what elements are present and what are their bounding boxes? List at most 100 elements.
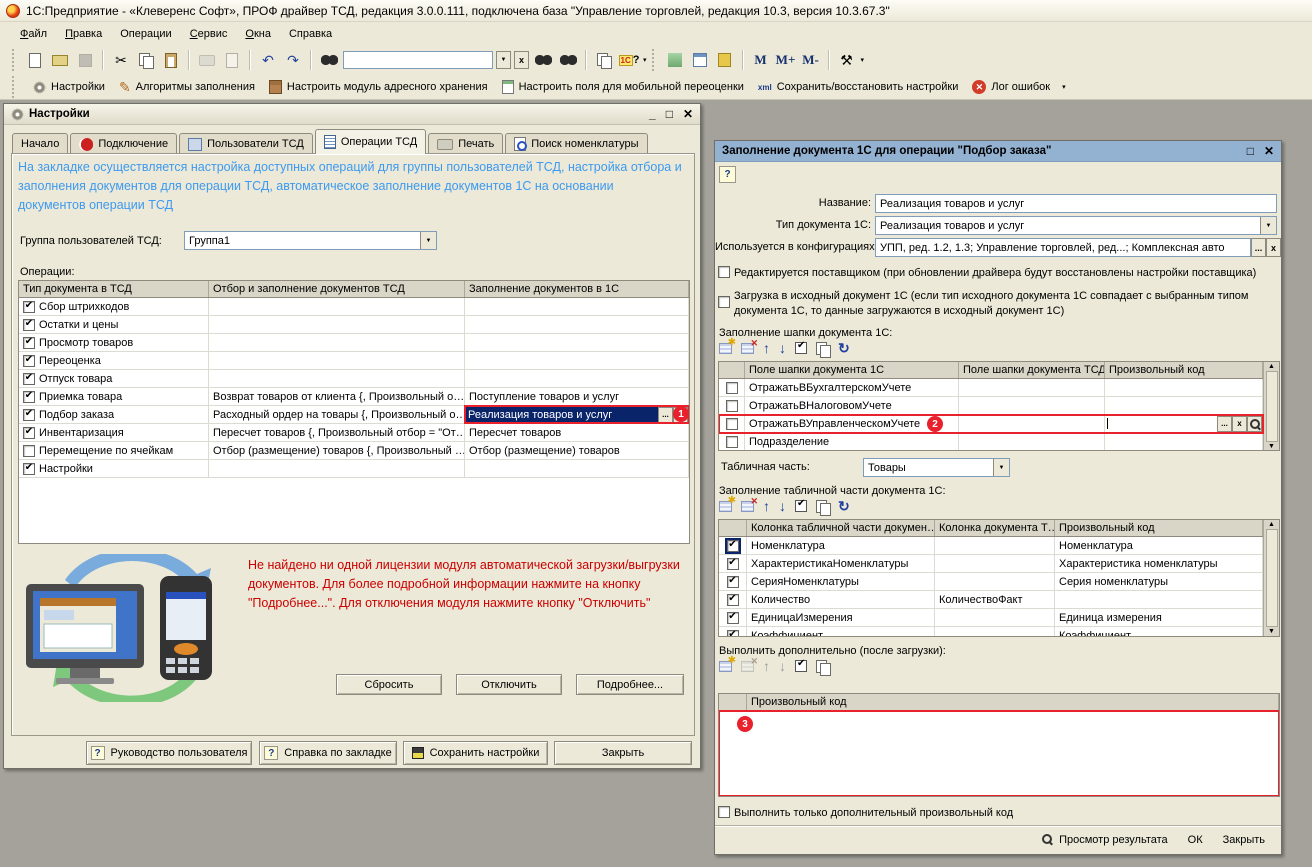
memory-m-minus-button[interactable]: M- [800, 49, 822, 71]
menu-operations[interactable]: Операции [112, 25, 179, 43]
tab-tsd-users[interactable]: Пользователи ТСД [179, 133, 313, 154]
move-up-icon[interactable]: ↑ [763, 499, 770, 513]
chevron-down-icon[interactable]: ▼ [420, 232, 436, 249]
copy-rows-icon[interactable] [816, 342, 829, 355]
row-checkbox[interactable] [727, 540, 739, 552]
name-input[interactable]: Реализация товаров и услуг [875, 194, 1277, 213]
row-checkbox[interactable] [23, 427, 35, 439]
add-row-icon[interactable] [719, 343, 732, 354]
toggle-check-icon[interactable] [795, 500, 807, 512]
duplicate-icon[interactable] [593, 49, 615, 71]
table-row[interactable]: СерияНоменклатурыСерия номенклатуры [719, 573, 1263, 591]
user-lock-icon[interactable] [714, 49, 736, 71]
tools-icon[interactable]: ⚒ [836, 49, 858, 71]
find-clear-icon[interactable]: x [514, 51, 529, 69]
calendar-icon[interactable] [689, 49, 711, 71]
row-checkbox[interactable] [23, 301, 35, 313]
menu-file[interactable]: Файл [12, 25, 55, 43]
scroll-thumb[interactable] [1266, 529, 1278, 627]
tab-print[interactable]: Печать [428, 133, 503, 154]
row-checkbox[interactable] [23, 319, 35, 331]
copy-icon[interactable] [135, 49, 157, 71]
vendor-checkbox[interactable] [718, 266, 730, 278]
refresh-icon[interactable]: ↻ [838, 341, 850, 355]
maximize-icon[interactable]: □ [666, 108, 673, 120]
scroll-down-icon[interactable]: ▼ [1268, 443, 1275, 450]
tab-tsd-operations[interactable]: Операции ТСД [315, 129, 426, 154]
row-checkbox[interactable] [727, 558, 739, 570]
mobile-reprice-button[interactable]: Настроить поля для мобильной переоценки [500, 78, 746, 96]
row-checkbox[interactable] [726, 436, 738, 448]
table-row[interactable]: Сбор штрихкодов [19, 298, 689, 316]
table-row-management-accounting[interactable]: ОтражатьВУправленческомУчете ... x 2 [719, 415, 1263, 433]
reset-button[interactable]: Сбросить [336, 674, 442, 695]
table-row[interactable]: ИнвентаризацияПересчет товаров {, Произв… [19, 424, 689, 442]
find-previous-icon[interactable] [557, 49, 579, 71]
error-log-button[interactable]: ✕Лог ошибок [970, 78, 1052, 96]
tab-start[interactable]: Начало [12, 133, 68, 154]
undo-icon[interactable]: ↶ [257, 49, 279, 71]
cut-icon[interactable]: ✂ [110, 49, 132, 71]
move-down-icon[interactable]: ↓ [779, 659, 786, 673]
new-document-icon[interactable] [24, 49, 46, 71]
memory-m-plus-button[interactable]: M+ [775, 49, 797, 71]
tab-connection[interactable]: Подключение [70, 133, 177, 154]
delete-row-icon[interactable] [741, 661, 754, 672]
row-checkbox[interactable] [23, 463, 35, 475]
source-doc-checkbox[interactable] [718, 296, 730, 308]
address-storage-button[interactable]: Настроить модуль адресного хранения [267, 78, 490, 96]
fill-algorithms-button[interactable]: ✎Алгоритмы заполнения [117, 78, 257, 96]
refresh-icon[interactable]: ↻ [838, 499, 850, 513]
add-row-icon[interactable] [719, 501, 732, 512]
user-guide-button[interactable]: ?Руководство пользователя [86, 741, 252, 765]
fill-document-field[interactable]: Реализация товаров и услуг [465, 407, 658, 423]
fill-document-cell[interactable]: Реализация товаров и услуг ... x 1 [465, 406, 689, 423]
settings-button[interactable]: Настройки [31, 79, 107, 96]
toolbar-grip[interactable] [652, 49, 656, 71]
disable-button[interactable]: Отключить [456, 674, 562, 695]
open-icon[interactable] [49, 49, 71, 71]
chevron-down-icon[interactable]: ▼ [993, 459, 1009, 476]
row-checkbox[interactable] [23, 445, 35, 457]
tab-help-button[interactable]: ?Справка по закладке [259, 741, 397, 765]
row-checkbox[interactable] [727, 594, 739, 606]
tools-caret-icon[interactable]: ▾ [861, 56, 865, 64]
move-down-icon[interactable]: ↓ [779, 341, 786, 355]
close-button[interactable]: Закрыть [554, 741, 692, 765]
ellipsis-button[interactable]: ... [1217, 416, 1232, 432]
ellipsis-button[interactable]: ... [1251, 238, 1266, 257]
menu-edit[interactable]: Правка [57, 25, 110, 43]
row-checkbox[interactable] [23, 337, 35, 349]
ellipsis-button[interactable]: ... [658, 407, 673, 423]
redo-icon[interactable]: ↷ [282, 49, 304, 71]
scroll-down-icon[interactable]: ▼ [1268, 628, 1275, 635]
table-row[interactable]: ЕдиницаИзмеренияЕдиница измерения [719, 609, 1263, 627]
tab-part-combobox[interactable]: Товары▼ [863, 458, 1010, 477]
close-icon[interactable]: ✕ [1264, 145, 1274, 157]
save-restore-settings-button[interactable]: xmlСохранить/восстановить настройки [756, 79, 960, 95]
scroll-thumb[interactable] [1266, 371, 1278, 442]
table-row[interactable]: НоменклатураНоменклатура [719, 537, 1263, 555]
row-checkbox[interactable] [726, 418, 738, 430]
table-row[interactable]: ХарактеристикаНоменклатурыХарактеристика… [719, 555, 1263, 573]
find-dropdown-icon[interactable]: ▼ [496, 51, 511, 69]
menu-service[interactable]: Сервис [182, 25, 236, 43]
table-row[interactable]: КоэффициентКоэффициент [719, 627, 1263, 636]
table-row[interactable]: Настройки [19, 460, 689, 478]
scrollbar[interactable]: ▲▼ [1263, 520, 1279, 636]
custom-code-input[interactable] [1105, 416, 1217, 432]
print-preview-icon[interactable] [221, 49, 243, 71]
table-row[interactable]: Переоценка [19, 352, 689, 370]
extra-code-body[interactable]: 3 [719, 711, 1279, 796]
ok-button[interactable]: ОК [1182, 831, 1209, 849]
row-checkbox[interactable] [726, 400, 738, 412]
scroll-up-icon[interactable]: ▲ [1268, 521, 1275, 528]
user-group-combobox[interactable]: Группа1 ▼ [184, 231, 437, 250]
calculator-icon[interactable] [664, 49, 686, 71]
maximize-icon[interactable]: □ [1247, 145, 1254, 157]
custom-code-cell[interactable]: ... x [1105, 415, 1263, 432]
add-row-icon[interactable] [719, 661, 732, 672]
copy-rows-icon[interactable] [816, 500, 829, 513]
paste-icon[interactable] [160, 49, 182, 71]
tab-item-search[interactable]: Поиск номенклатуры [505, 133, 647, 154]
